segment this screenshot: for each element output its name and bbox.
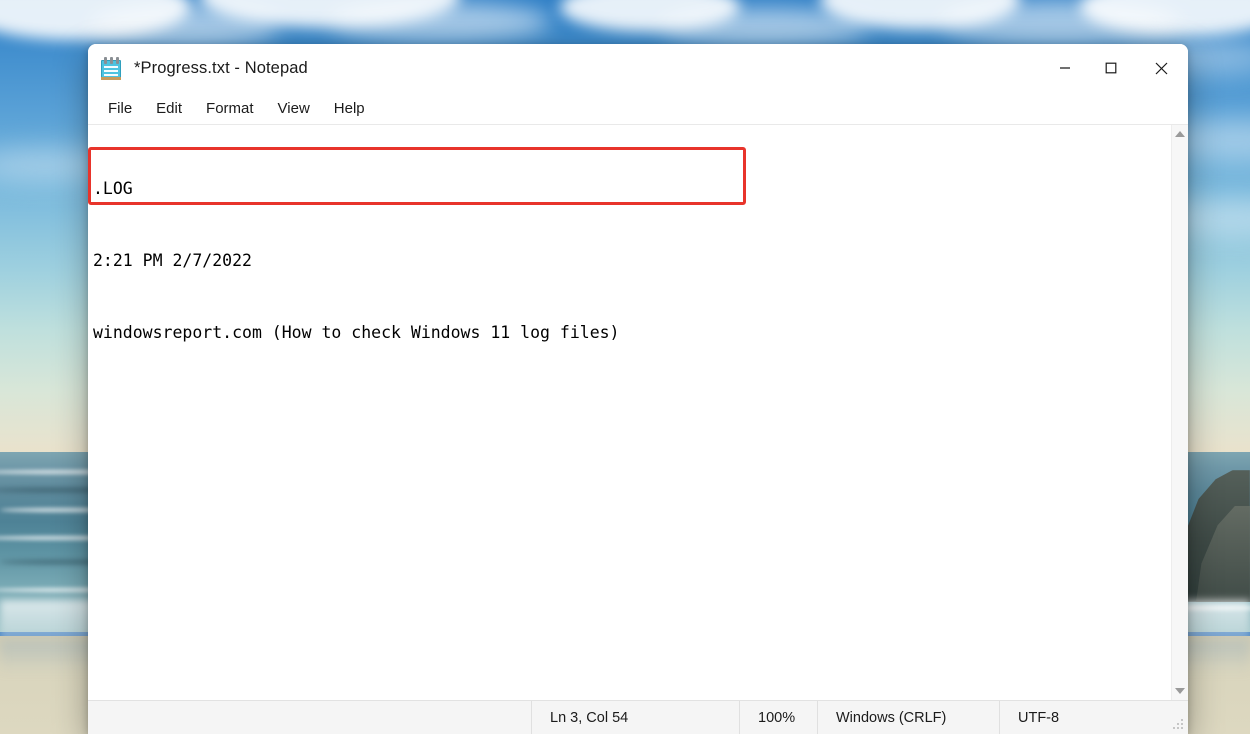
scroll-up-icon bbox=[1175, 131, 1185, 137]
cloud bbox=[330, 2, 550, 42]
status-bar-spacer bbox=[88, 701, 532, 734]
menu-item-edit[interactable]: Edit bbox=[146, 98, 192, 119]
vertical-scrollbar[interactable] bbox=[1171, 125, 1188, 700]
status-cursor-position[interactable]: Ln 3, Col 54 bbox=[532, 701, 740, 734]
editor-line-1: .LOG bbox=[93, 179, 133, 198]
scroll-up-button[interactable] bbox=[1172, 125, 1189, 143]
menu-item-help[interactable]: Help bbox=[324, 98, 375, 119]
notepad-icon bbox=[100, 56, 122, 80]
text-editor[interactable]: .LOG 2:21 PM 2/7/2022 windowsreport.com … bbox=[88, 125, 1171, 700]
close-button[interactable] bbox=[1134, 44, 1188, 92]
editor-line-3: windowsreport.com (How to check Windows … bbox=[93, 323, 620, 342]
status-line-ending[interactable]: Windows (CRLF) bbox=[818, 701, 1000, 734]
scroll-down-button[interactable] bbox=[1172, 682, 1189, 700]
status-encoding[interactable]: UTF-8 bbox=[1000, 701, 1188, 734]
close-icon bbox=[1155, 62, 1167, 74]
window-controls bbox=[1042, 44, 1188, 92]
editor-area: .LOG 2:21 PM 2/7/2022 windowsreport.com … bbox=[88, 124, 1188, 700]
editor-line-2: 2:21 PM 2/7/2022 bbox=[93, 251, 252, 270]
title-bar-left: *Progress.txt - Notepad bbox=[88, 56, 308, 80]
scroll-down-icon bbox=[1175, 688, 1185, 694]
maximize-icon bbox=[1105, 62, 1117, 74]
window-title: *Progress.txt - Notepad bbox=[134, 58, 308, 77]
minimize-icon bbox=[1060, 67, 1070, 69]
menu-item-format[interactable]: Format bbox=[196, 98, 264, 119]
status-bar: Ln 3, Col 54 100% Windows (CRLF) UTF-8 bbox=[88, 700, 1188, 734]
status-zoom-level[interactable]: 100% bbox=[740, 701, 818, 734]
menu-bar: File Edit Format View Help bbox=[88, 92, 1188, 124]
notepad-window: *Progress.txt - Notepad File Edit Format… bbox=[88, 44, 1188, 734]
maximize-button[interactable] bbox=[1088, 44, 1134, 92]
resize-grip-icon[interactable] bbox=[1173, 719, 1185, 731]
minimize-button[interactable] bbox=[1042, 44, 1088, 92]
menu-item-view[interactable]: View bbox=[268, 98, 320, 119]
menu-item-file[interactable]: File bbox=[98, 98, 142, 119]
title-bar: *Progress.txt - Notepad bbox=[88, 44, 1188, 92]
